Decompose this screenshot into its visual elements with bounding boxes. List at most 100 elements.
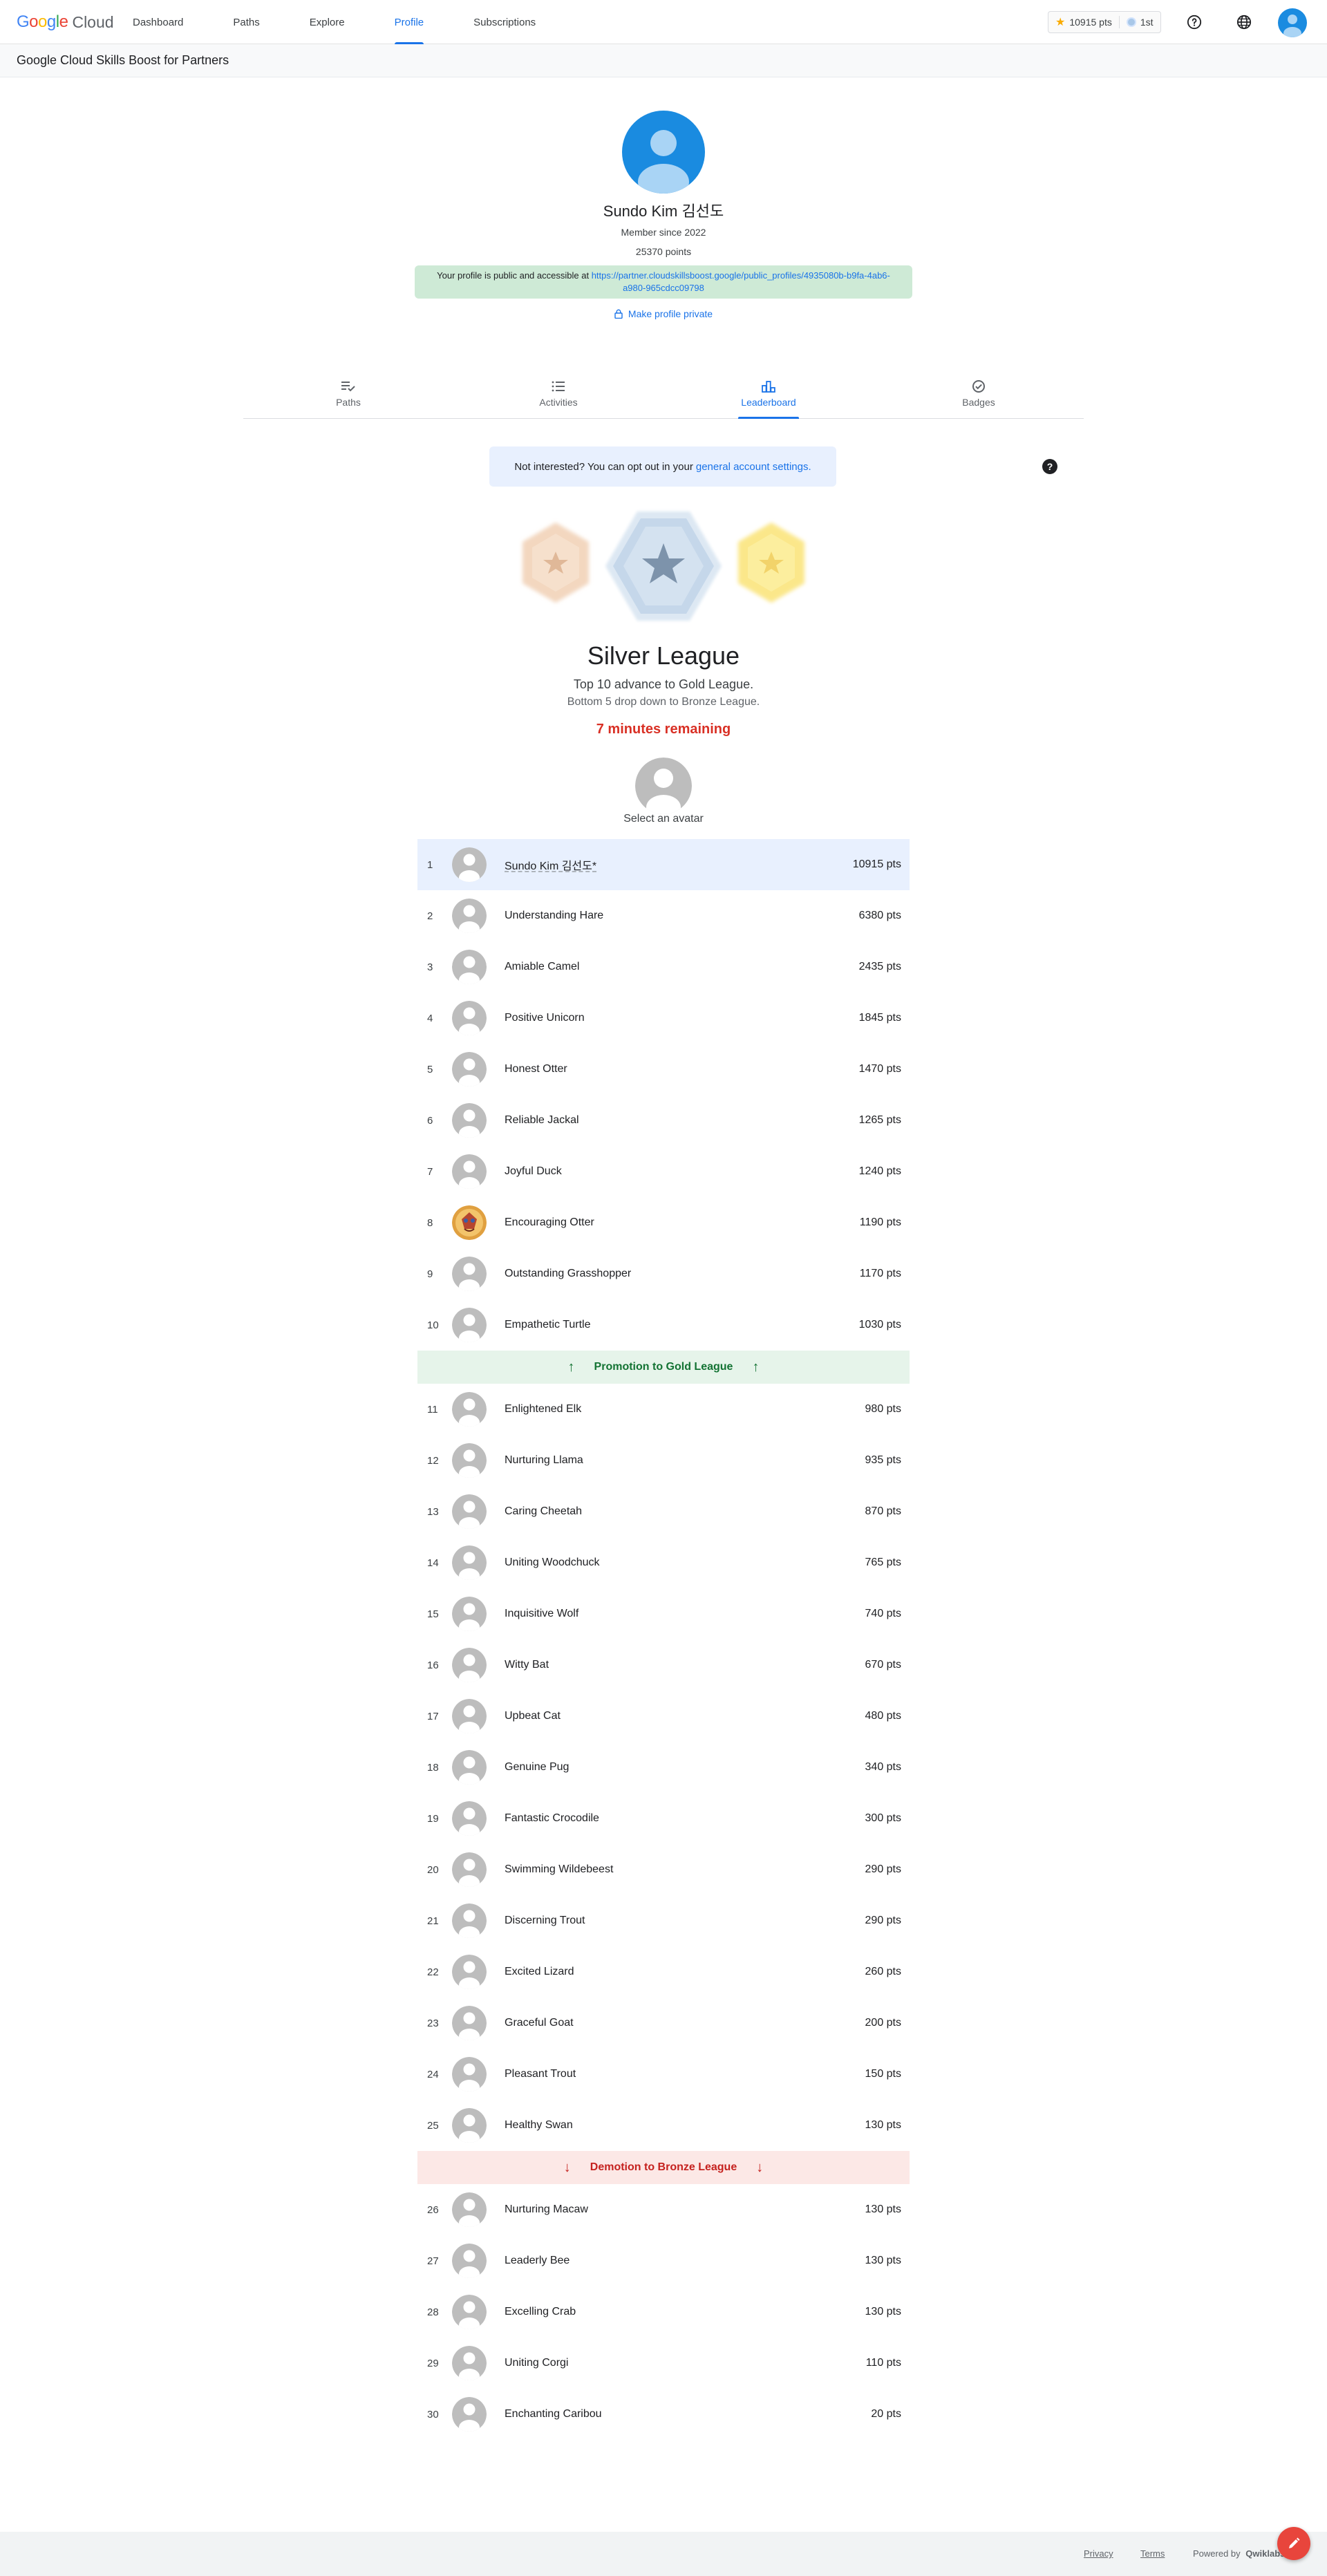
tab-leaderboard[interactable]: Leaderboard [664,373,874,419]
select-avatar-button[interactable] [635,758,692,814]
help-icon[interactable] [1183,11,1205,33]
tab-paths[interactable]: Paths [243,373,453,418]
leaderboard-row: 9 Outstanding Grasshopper 1170 pts [417,1248,910,1299]
leaderboard-points: 765 pts [865,1557,901,1568]
feedback-fab[interactable] [1277,2527,1310,2560]
nav-dashboard[interactable]: Dashboard [124,0,191,44]
make-profile-private-button[interactable]: Make profile private [0,308,1327,319]
nav-explore[interactable]: Explore [301,0,353,44]
privacy-link[interactable]: Privacy [1084,2548,1113,2559]
rank-chip-value: 1st [1140,17,1154,28]
leaderboard-points: 130 pts [865,2119,901,2131]
leaderboard-user-name: Enchanting Caribou [505,2408,602,2420]
leaderboard-user-name: Upbeat Cat [505,1710,561,1722]
optout-notice: Not interested? You can opt out in your … [489,446,836,487]
user-custom-avatar [452,1205,487,1240]
leaderboard-user-name: Empathetic Turtle [505,1319,591,1331]
leaderboard-rank: 26 [427,2203,439,2216]
leaderboard-points: 870 pts [865,1505,901,1517]
leaderboard-user-name: Fantastic Crocodile [505,1812,599,1824]
leaderboard-rank: 6 [427,1114,433,1127]
leaderboard-row: 23 Graceful Goat 200 pts [417,1997,910,2049]
optout-text: Not interested? You can opt out in your [514,460,693,473]
leaderboard-points: 300 pts [865,1812,901,1824]
tab-badges[interactable]: Badges [874,373,1084,418]
user-avatar [452,950,487,984]
general-account-settings-link[interactable]: general account settings. [696,461,811,473]
leaderboard-user-name: Healthy Swan [505,2119,573,2131]
program-title: Google Cloud Skills Boost for Partners [17,53,229,67]
leaderboard-row: 24 Pleasant Trout 150 pts [417,2049,910,2100]
user-avatar [452,1308,487,1342]
user-avatar [452,2346,487,2380]
powered-by-text: Powered by [1193,2548,1241,2559]
account-avatar[interactable] [1278,8,1307,37]
arrow-up-icon: ↑ [567,1359,575,1375]
user-avatar [452,1648,487,1682]
leaderboard-rank: 25 [427,2119,439,2132]
public-profile-banner: Your profile is public and accessible at… [415,265,912,299]
user-avatar [452,1001,487,1035]
leaderboard-row: 2 Understanding Hare 6380 pts [417,890,910,941]
leaderboard-rank: 10 [427,1319,439,1331]
leaderboard-rank: 15 [427,1608,439,1620]
tab-activities[interactable]: Activities [453,373,664,418]
points-chip-value: 10915 pts [1069,17,1112,28]
league-advance-text: Top 10 advance to Gold League. [573,677,754,691]
leaderboard-row: 16 Witty Bat 670 pts [417,1639,910,1691]
profile-name: Sundo Kim 김선도 [603,203,724,220]
leaderboard-rank: 27 [427,2255,439,2267]
league-help-icon[interactable]: ? [1042,459,1057,474]
leaderboard-row: 27 Leaderly Bee 130 pts [417,2235,910,2286]
leaderboard-row: 14 Uniting Woodchuck 765 pts [417,1537,910,1588]
leaderboard-rank: 30 [427,2408,439,2420]
leaderboard-row: 13 Caring Cheetah 870 pts [417,1486,910,1537]
list-icon [552,379,565,394]
leaderboard-rank: 8 [427,1216,433,1229]
leaderboard-points: 1845 pts [858,1012,901,1024]
leaderboard-rank: 16 [427,1659,439,1671]
leaderboard-row: 6 Reliable Jackal 1265 pts [417,1095,910,1146]
silver-league-badge-icon [605,511,722,621]
google-cloud-logo[interactable]: Google Cloud [17,11,114,33]
leaderboard-rank: 13 [427,1505,439,1518]
language-globe-icon[interactable] [1233,11,1255,33]
tab-paths-label: Paths [336,397,361,408]
arrow-down-icon: ↓ [563,2159,571,2175]
leaderboard-rank: 20 [427,1863,439,1876]
leaderboard-user-name: Uniting Corgi [505,2357,569,2369]
top-app-bar: Google Cloud Dashboard Paths Explore Pro… [0,0,1327,44]
leaderboard-points: 980 pts [865,1403,901,1415]
leaderboard-row: 12 Nurturing Llama 935 pts [417,1435,910,1486]
leaderboard-points: 935 pts [865,1454,901,1466]
lock-icon [614,309,623,319]
public-profile-link[interactable]: https://partner.cloudskillsboost.google/… [592,270,890,293]
footer: Privacy Terms Powered by Qwiklabs [0,2532,1327,2576]
terms-link[interactable]: Terms [1140,2548,1165,2559]
nav-subscriptions[interactable]: Subscriptions [465,0,544,44]
leaderboard-points: 740 pts [865,1608,901,1619]
nav-profile[interactable]: Profile [386,0,433,44]
leaderboard-rank: 21 [427,1915,439,1927]
leaderboard-user-name: Reliable Jackal [505,1114,579,1126]
leaderboard-rank: 11 [427,1403,438,1416]
leaderboard-row: 4 Positive Unicorn 1845 pts [417,993,910,1044]
leaderboard-points: 670 pts [865,1659,901,1671]
leaderboard-points: 130 pts [865,2306,901,2318]
leaderboard-rank: 19 [427,1812,439,1825]
user-avatar [452,2108,487,2143]
make-private-label: Make profile private [628,308,713,319]
leaderboard-user-name: Witty Bat [505,1659,549,1671]
user-avatar [452,1903,487,1938]
promotion-zone-divider-label: Promotion to Gold League [594,1361,733,1373]
points-rank-chip[interactable]: ★ 10915 pts 1st [1048,11,1161,33]
leaderboard-user-name: Sundo Kim 김선도* [505,861,597,872]
user-avatar [452,847,487,882]
user-avatar [452,1154,487,1189]
arrow-down-icon: ↓ [756,2159,764,2175]
leaderboard-rank: 9 [427,1268,433,1280]
leaderboard-points: 480 pts [865,1710,901,1722]
leaderboard-rank: 14 [427,1557,439,1569]
nav-paths[interactable]: Paths [225,0,267,44]
user-avatar [452,2295,487,2329]
